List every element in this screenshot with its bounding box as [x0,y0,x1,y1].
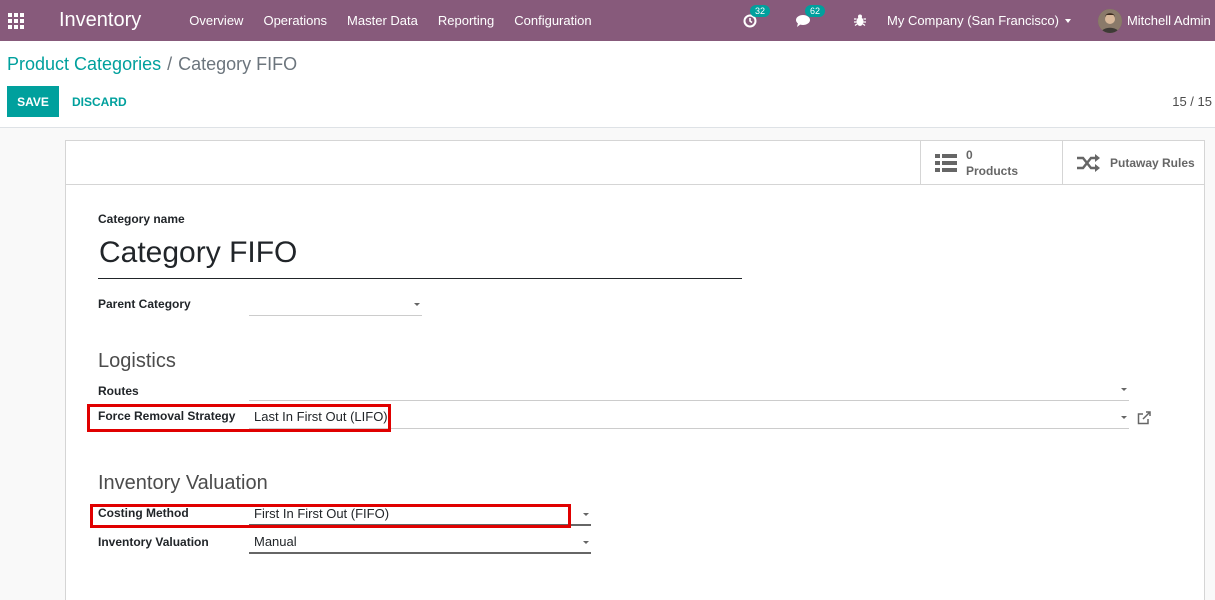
costing-method-value: First In First Out (FIFO) [254,506,390,521]
debug-menu[interactable] [842,14,880,27]
products-stat-button[interactable]: 0 Products [920,141,1062,185]
chevron-down-icon [414,303,420,306]
removal-strategy-label: Force Removal Strategy [98,409,236,423]
chevron-down-icon [583,541,589,544]
breadcrumb-separator: / [167,54,173,74]
parent-category-label: Parent Category [98,297,191,311]
menu-overview[interactable]: Overview [179,13,253,28]
logistics-title: Logistics [98,350,176,372]
costing-method-field[interactable]: First In First Out (FIFO) [249,504,591,526]
chevron-down-icon [583,513,589,516]
user-name: Mitchell Admin ( [1126,13,1215,28]
chevron-down-icon [1121,416,1127,419]
messaging-menu[interactable]: 62 [788,4,842,28]
category-name-label: Category name [98,212,185,226]
systray: 32 62 My Company (San Francisco) Mitchel… [738,0,1215,41]
external-link-icon[interactable] [1137,411,1151,430]
products-count: 0 [966,148,973,162]
apps-menu-icon[interactable] [1,0,31,41]
breadcrumb-current: Category FIFO [178,54,298,74]
company-switcher[interactable]: My Company (San Francisco) [887,13,1071,28]
bug-icon [854,14,866,26]
control-panel: Product Categories / Category FIFO SAVE DI… [0,41,1215,128]
menu-reporting[interactable]: Reporting [428,13,504,28]
chevron-down-icon [1064,18,1071,23]
list-icon [935,154,957,172]
save-button[interactable]: SAVE [7,86,59,117]
breadcrumb-parent[interactable]: Product Categories [7,54,161,74]
inventory-valuation-label: Inventory Valuation [98,535,209,549]
category-name-input[interactable]: Category FIFO [98,232,742,279]
menu-configuration[interactable]: Configuration [504,13,601,28]
putaway-label: Putaway Rules [1110,156,1195,170]
activity-menu[interactable]: 32 [738,4,788,28]
random-icon [1077,154,1101,172]
discard-button[interactable]: DISCARD [72,86,127,117]
inventory-valuation-value: Manual [254,534,297,549]
removal-strategy-field[interactable]: Last In First Out (LIFO) [249,407,1129,429]
parent-category-field[interactable] [249,294,422,316]
inventory-valuation-title: Inventory Valuation [98,472,268,494]
removal-strategy-value: Last In First Out (LIFO) [254,409,388,424]
pager-value[interactable]: 15 / 15 [1172,94,1212,109]
company-name: My Company (San Francisco) [887,13,1059,28]
routes-label: Routes [98,384,139,398]
breadcrumb: Product Categories / Category FIFO [7,54,297,75]
chevron-down-icon [1121,388,1127,391]
inventory-valuation-field[interactable]: Manual [249,532,591,554]
menu-master-data[interactable]: Master Data [337,13,428,28]
app-title[interactable]: Inventory [59,9,141,32]
button-box: 0 Products Putaway Rules [66,141,1204,185]
main-menu: Overview Operations Master Data Reportin… [179,13,601,28]
activity-badge: 32 [750,4,771,17]
user-menu[interactable]: Mitchell Admin ( [1097,8,1215,33]
putaway-rules-button[interactable]: Putaway Rules [1062,141,1204,185]
messages-badge: 62 [805,4,826,17]
products-stat-text: 0 Products [966,147,1018,179]
costing-method-label: Costing Method [98,506,189,520]
menu-operations[interactable]: Operations [253,13,337,28]
routes-field[interactable] [249,379,1129,401]
avatar [1097,8,1122,33]
top-navbar: Inventory Overview Operations Master Dat… [0,0,1215,41]
products-label: Products [966,164,1019,178]
form-sheet: 0 Products Putaway Rules Category name C… [65,140,1205,600]
